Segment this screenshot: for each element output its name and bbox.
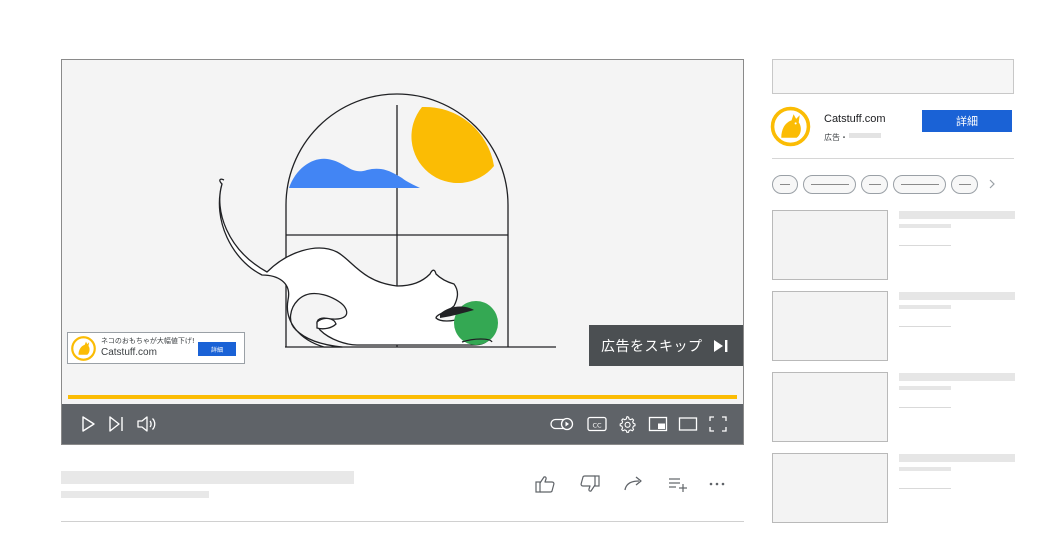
overlay-ad-domain: Catstuff.com: [101, 347, 157, 358]
recommended-video-meta: [899, 488, 951, 489]
svg-text:CC: CC: [592, 421, 602, 429]
more-icon: [709, 482, 725, 486]
overlay-ad-details-button[interactable]: 詳細: [198, 342, 236, 356]
dislike-button[interactable]: [579, 474, 601, 494]
player-controls: CC: [62, 404, 743, 444]
chips-next-button[interactable]: [985, 176, 999, 192]
settings-button[interactable]: [615, 412, 639, 436]
below-player-divider: [61, 521, 744, 522]
blue-hills: [289, 158, 420, 188]
skip-next-icon: [713, 339, 727, 352]
recommended-video-title: [899, 211, 1015, 219]
ad-label: 広告・: [824, 133, 848, 142]
overlay-ad-banner[interactable]: ネコのおもちゃが大幅値下げ! Catstuff.com 詳細: [67, 332, 245, 364]
play-button[interactable]: [76, 412, 100, 436]
like-button[interactable]: [534, 474, 556, 494]
skip-ad-label: 広告をスキップ: [601, 338, 703, 355]
captions-button[interactable]: CC: [585, 412, 609, 436]
recommended-video-thumbnail[interactable]: [772, 210, 888, 280]
recommended-video-channel: [899, 467, 951, 471]
recommended-video-thumbnail[interactable]: [772, 453, 888, 523]
save-playlist-button[interactable]: [667, 474, 689, 494]
miniplayer-icon: [648, 416, 668, 432]
filter-chip[interactable]: [803, 175, 856, 194]
next-icon: [109, 416, 123, 432]
sidebar-divider: [772, 158, 1014, 159]
catstuff-logo-icon: [770, 106, 811, 147]
companion-ad-details-button[interactable]: 詳細: [922, 110, 1012, 132]
volume-button[interactable]: [134, 412, 158, 436]
overlay-ad-headline: ネコのおもちゃが大幅値下げ!: [101, 337, 195, 345]
cat-tail: [219, 178, 225, 185]
filter-chip[interactable]: [893, 175, 946, 194]
theater-mode-button[interactable]: [676, 412, 700, 436]
theater-mode-icon: [678, 417, 698, 431]
play-icon: [82, 416, 95, 432]
volume-icon: [137, 416, 156, 432]
catstuff-logo-icon: [71, 336, 96, 361]
save-playlist-icon: [669, 478, 687, 492]
ad-progress-bar[interactable]: [68, 395, 737, 399]
recommended-video-meta: [899, 245, 951, 246]
autoplay-toggle-icon: [550, 417, 574, 431]
more-options-button[interactable]: [706, 474, 728, 494]
companion-banner-ad[interactable]: [772, 59, 1014, 94]
recommended-video-title: [899, 454, 1015, 462]
cat-body: [218, 183, 491, 348]
recommended-video-channel: [899, 305, 951, 309]
autoplay-toggle[interactable]: [550, 412, 576, 436]
recommended-video-title: [899, 373, 1015, 381]
video-player[interactable]: ネコのおもちゃが大幅値下げ! Catstuff.com 詳細 広告をスキップ C…: [61, 59, 744, 445]
ad-label-placeholder: [849, 133, 881, 138]
fullscreen-button[interactable]: [706, 412, 730, 436]
recommended-video-thumbnail[interactable]: [772, 291, 888, 361]
ad-progress-fill: [68, 395, 737, 399]
filter-chip[interactable]: [772, 175, 798, 194]
filter-chip[interactable]: [951, 175, 978, 194]
chevron-right-icon: [989, 179, 995, 189]
like-icon: [535, 476, 555, 493]
filter-chip[interactable]: [861, 175, 888, 194]
video-title-placeholder: [61, 471, 354, 484]
recommended-video-thumbnail[interactable]: [772, 372, 888, 442]
share-icon: [624, 476, 642, 491]
next-button[interactable]: [104, 412, 128, 436]
channel-info-placeholder: [61, 491, 209, 498]
dislike-icon: [580, 475, 600, 492]
recommended-video-channel: [899, 386, 951, 390]
captions-icon: CC: [587, 416, 607, 432]
recommended-video-meta: [899, 326, 951, 327]
recommended-video-channel: [899, 224, 951, 228]
recommended-video-meta: [899, 407, 951, 408]
miniplayer-button[interactable]: [646, 412, 670, 436]
recommended-video-title: [899, 292, 1015, 300]
fullscreen-icon: [709, 416, 727, 432]
settings-icon: [619, 415, 636, 433]
companion-ad-card[interactable]: Catstuff.com 広告・ 詳細: [770, 104, 1014, 154]
skip-ad-button[interactable]: 広告をスキップ: [589, 325, 743, 366]
companion-ad-domain: Catstuff.com: [824, 113, 886, 125]
share-button[interactable]: [623, 474, 645, 494]
